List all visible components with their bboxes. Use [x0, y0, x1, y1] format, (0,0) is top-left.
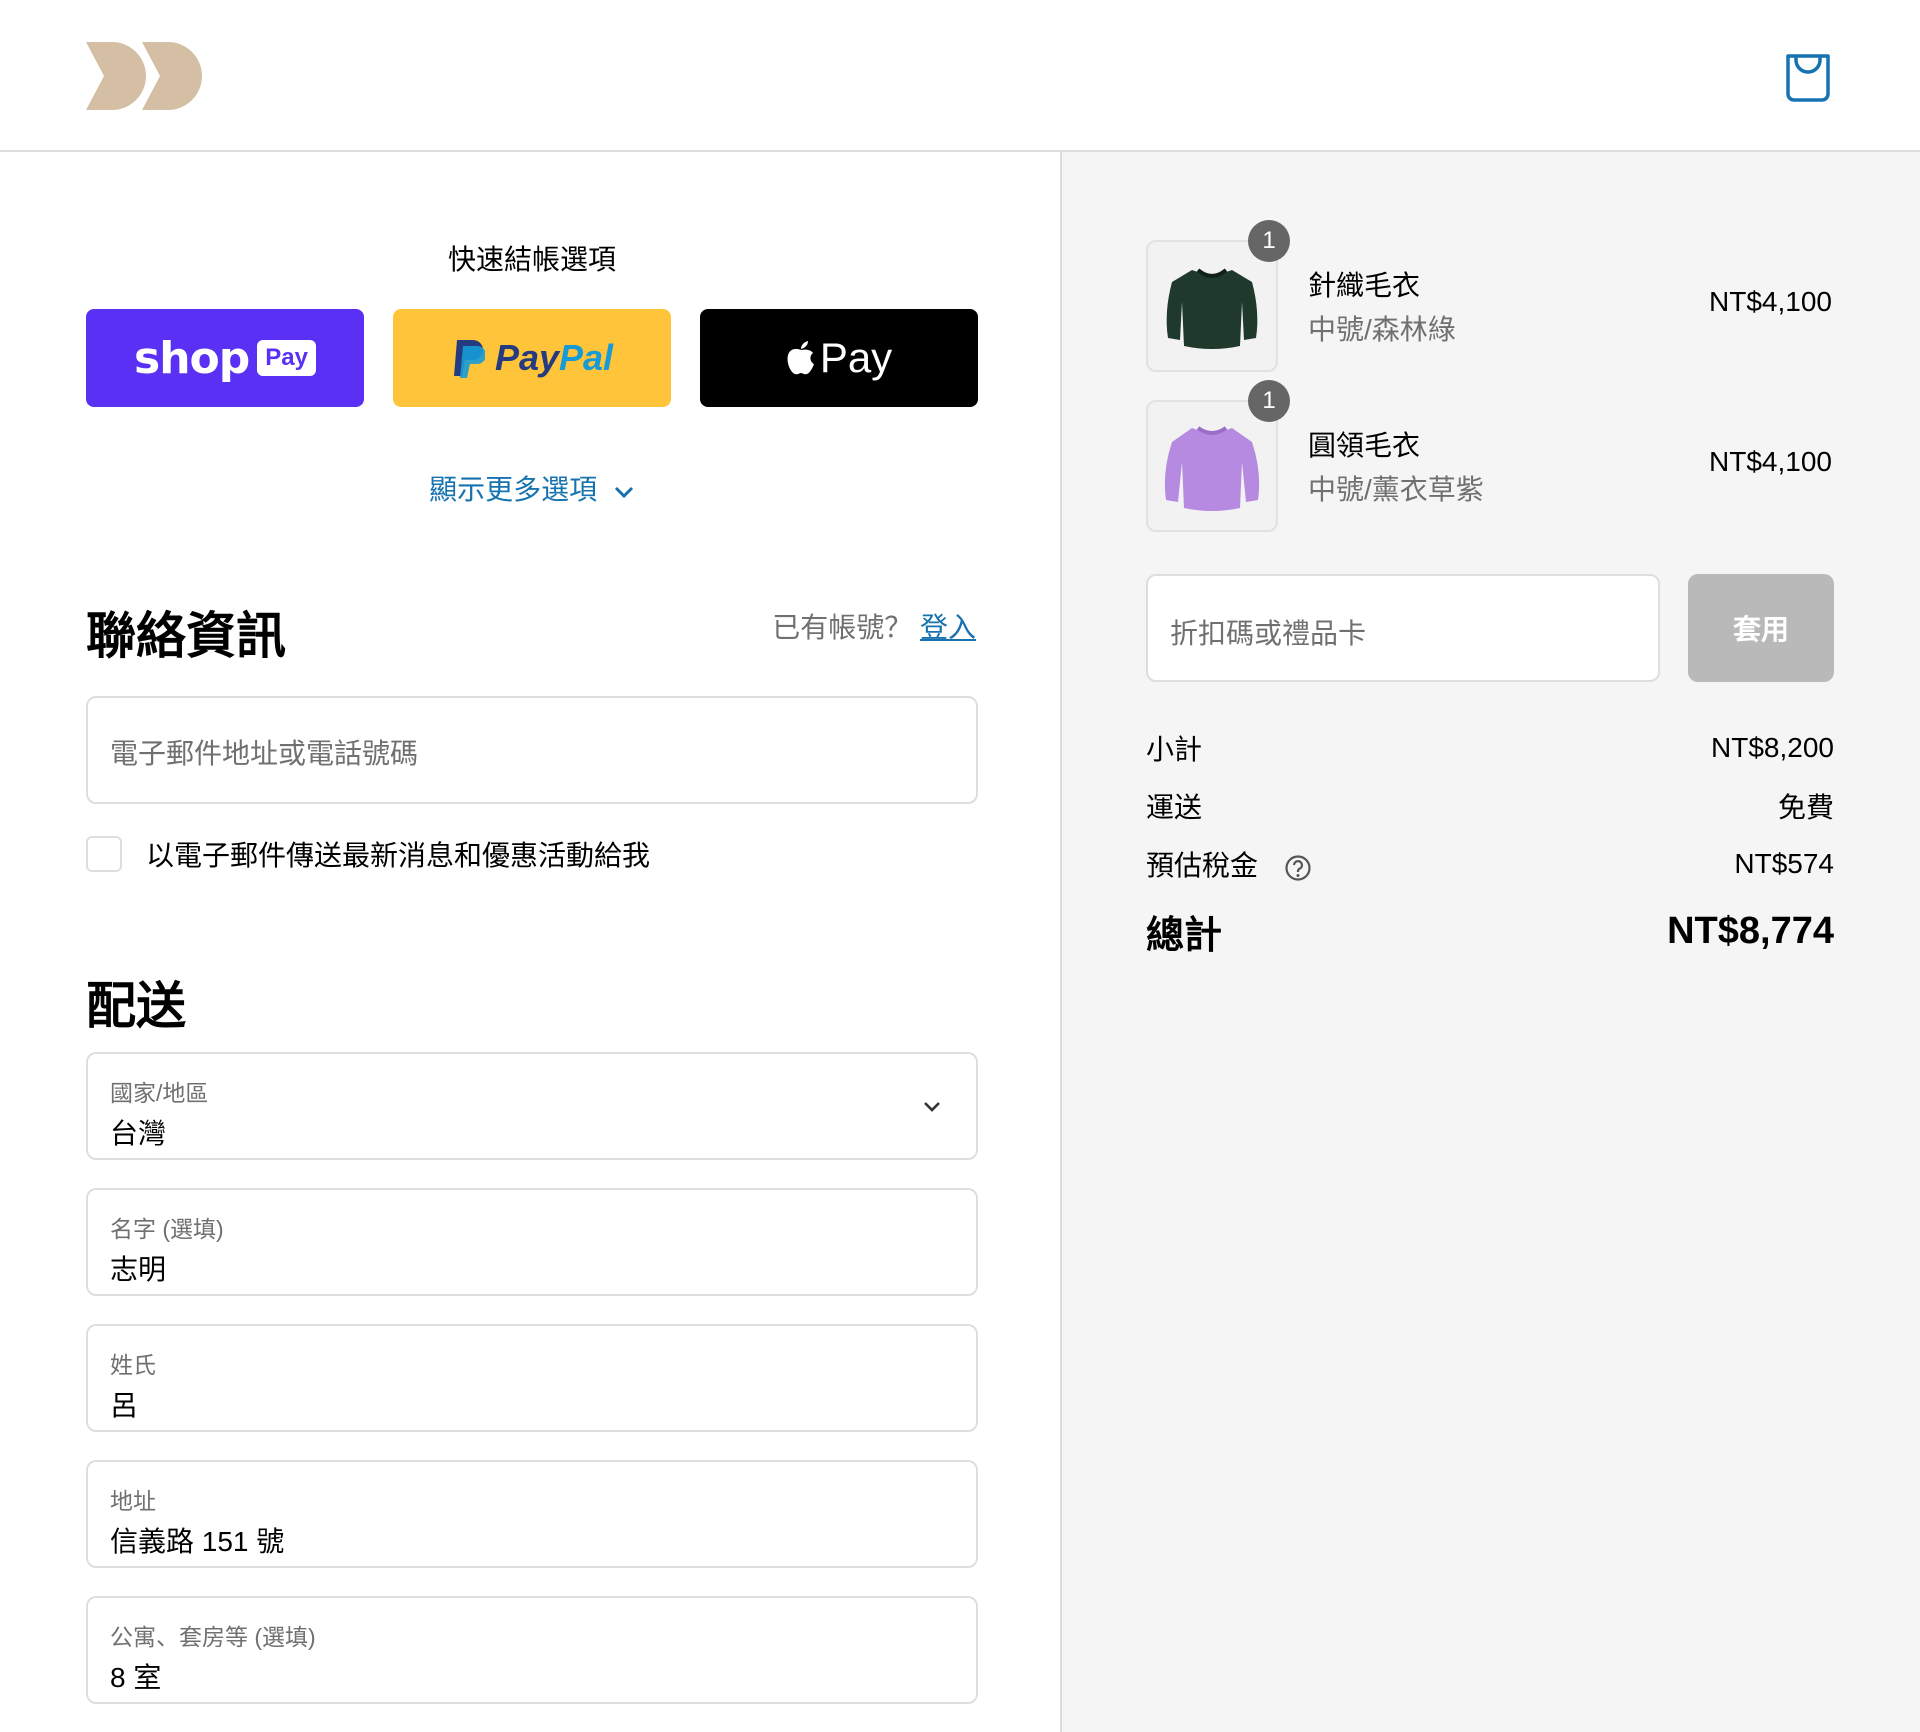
chevron-down-icon — [614, 486, 633, 498]
apple-icon — [787, 341, 814, 375]
express-checkout-title: 快速結帳選項 — [447, 244, 616, 275]
country-label: 國家/地區 — [110, 1080, 209, 1106]
discount-code-input[interactable]: 折扣碼或禮品卡 — [1146, 574, 1660, 682]
product-price: NT$4,100 — [1709, 446, 1832, 477]
address-field[interactable]: 地址 信義路 151 號 — [86, 1460, 978, 1568]
subtotal-value: NT$8,200 — [1711, 732, 1834, 763]
product-name: 圓領毛衣 — [1308, 430, 1421, 461]
newsletter-label: 以電子郵件傳送最新消息和優惠活動給我 — [146, 840, 651, 871]
shipping-cost-row: 運送 免費 — [1146, 786, 1834, 826]
apartment-value: 8 室 — [110, 1662, 162, 1693]
shop-pay-button[interactable]: shop Pay — [86, 309, 364, 407]
site-header — [0, 0, 1920, 152]
shopping-bag-icon[interactable] — [1784, 52, 1832, 102]
total-label: 總計 — [1146, 915, 1223, 957]
last-name-label: 姓氏 — [110, 1352, 156, 1378]
product-variant: 中號/森林綠 — [1308, 314, 1456, 345]
total-value: NT$8,774 — [1667, 910, 1834, 952]
address-label: 地址 — [110, 1488, 156, 1514]
newsletter-option[interactable]: 以電子郵件傳送最新消息和優惠活動給我 — [86, 834, 650, 874]
apply-discount-button[interactable]: 套用 — [1688, 574, 1834, 682]
help-circle-icon[interactable] — [1284, 854, 1312, 882]
product-price: NT$4,100 — [1709, 286, 1832, 317]
email-placeholder: 電子郵件地址或電話號碼 — [110, 738, 419, 769]
product-thumbnail — [1146, 240, 1278, 372]
address-value: 信義路 151 號 — [110, 1526, 285, 1557]
quantity-badge: 1 — [1248, 380, 1290, 422]
sweater-icon — [1166, 268, 1258, 349]
show-more-options-link[interactable]: 顯示更多選項 — [86, 468, 978, 508]
shop-pay-chip: Pay — [257, 340, 316, 376]
apple-pay-wordmark: Pay — [819, 334, 893, 381]
quantity-badge: 1 — [1248, 220, 1290, 262]
subtotal-row: 小計 NT$8,200 — [1146, 728, 1834, 768]
paypal-button[interactable]: PayPal — [393, 309, 671, 407]
show-more-label: 顯示更多選項 — [429, 474, 598, 505]
product-variant: 中號/薰衣草紫 — [1308, 474, 1484, 505]
first-name-label: 名字 (選填) — [110, 1216, 224, 1242]
sweater-icon — [1164, 426, 1260, 511]
last-name-value: 呂 — [110, 1390, 139, 1421]
tax-label-wrap: 預估稅金 — [1146, 844, 1312, 884]
login-prompt: 已有帳號？ 登入 — [772, 606, 976, 646]
apartment-label: 公寓、套房等 (選填) — [110, 1624, 316, 1650]
tax-value: NT$574 — [1734, 848, 1834, 879]
last-name-field[interactable]: 姓氏 呂 — [86, 1324, 978, 1432]
product-name: 針織毛衣 — [1308, 270, 1421, 301]
first-name-value: 志明 — [110, 1254, 167, 1285]
cart-line-item: 1 針織毛衣 中號/森林綠 NT$4,100 — [1146, 220, 1832, 372]
discount-placeholder: 折扣碼或禮品卡 — [1170, 618, 1367, 649]
newsletter-checkbox[interactable] — [86, 836, 122, 872]
tax-label: 預估稅金 — [1146, 850, 1259, 881]
country-value: 台灣 — [110, 1118, 167, 1149]
paypal-wordmark: PayPal — [494, 337, 614, 378]
paypal-icon — [453, 340, 485, 378]
shipping-cost-value: 免費 — [1777, 792, 1834, 823]
subtotal-label: 小計 — [1146, 734, 1203, 765]
apartment-field[interactable]: 公寓、套房等 (選填) 8 室 — [86, 1596, 978, 1704]
have-account-text: 已有帳號？ — [772, 612, 913, 643]
apple-pay-button[interactable]: Pay — [700, 309, 978, 407]
tax-row: 預估稅金 NT$574 — [1146, 844, 1834, 884]
country-select[interactable]: 國家/地區 台灣 — [86, 1052, 978, 1160]
email-field[interactable]: 電子郵件地址或電話號碼 — [86, 696, 978, 804]
login-link[interactable]: 登入 — [920, 612, 976, 643]
first-name-field[interactable]: 名字 (選填) 志明 — [86, 1188, 978, 1296]
total-row: 總計 NT$8,774 — [1146, 904, 1834, 959]
brand-logo[interactable] — [86, 42, 206, 110]
contact-section-title: 聯絡資訊 — [86, 608, 286, 664]
chevron-down-icon — [924, 1102, 940, 1112]
shop-pay-wordmark: shop — [134, 332, 250, 384]
shipping-section-title: 配送 — [86, 978, 186, 1034]
cart-line-item: 1 圓領毛衣 中號/薰衣草紫 NT$4,100 — [1146, 380, 1832, 532]
shipping-cost-label: 運送 — [1146, 792, 1203, 823]
product-thumbnail — [1146, 400, 1278, 532]
